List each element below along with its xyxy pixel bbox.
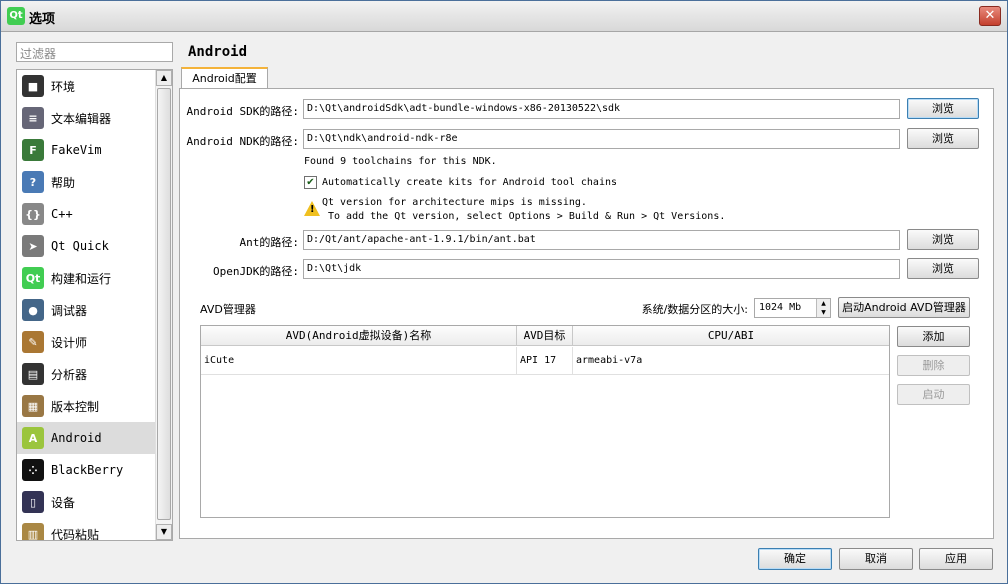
sidebar-item-blackberry[interactable]: ⁘ BlackBerry: [17, 454, 155, 486]
window-title: 选项: [29, 12, 56, 27]
sidebar-item-label: BlackBerry: [51, 463, 124, 477]
category-list: ■ 环境 ≡ 文本编辑器 F FakeVim? 帮助 {} C++ ➤ Qt Quick Qt 构建和运…: [16, 69, 173, 541]
ant-path-input[interactable]: D:/Qt/ant/apache-ant-1.9.1/bin/ant.bat: [303, 230, 900, 250]
sidebar-item-designer[interactable]: ✎ 设计师: [17, 326, 155, 358]
ndk-browse-button[interactable]: 浏览: [907, 128, 979, 149]
sidebar-item-label: 调试器: [51, 303, 88, 318]
partition-size-value: 1024 Mb: [759, 302, 802, 313]
page-title: Android: [188, 44, 248, 60]
category-items: ■ 环境 ≡ 文本编辑器 F FakeVim? 帮助 {} C++ ➤ Qt Quick Qt 构建和运…: [17, 70, 155, 541]
sidebar-item-label: 文本编辑器: [51, 111, 112, 126]
spin-up-icon[interactable]: ▲: [816, 299, 830, 308]
code-paste-icon: ▥: [22, 523, 44, 540]
scroll-down-icon[interactable]: ▼: [156, 524, 172, 540]
sidebar-item-qt-quick[interactable]: ➤ Qt Quick: [17, 230, 155, 262]
sidebar-item-label: C++: [51, 207, 73, 221]
toolchains-found-text: Found 9 toolchains for this NDK.: [304, 156, 497, 167]
spin-down-icon[interactable]: ▼: [816, 308, 830, 317]
apply-button[interactable]: 应用: [919, 548, 993, 570]
category-scrollbar[interactable]: ▲ ▼: [155, 70, 172, 540]
sidebar-item-label: 代码粘贴: [51, 527, 100, 541]
sidebar-item-debugger[interactable]: ● 调试器: [17, 294, 155, 326]
sidebar-item-version-control[interactable]: ▦ 版本控制: [17, 390, 155, 422]
table-row[interactable]: iCute API 17 armeabi-v7a: [201, 347, 889, 375]
blackberry-icon: ⁘: [22, 459, 44, 481]
jdk-path-label: OpenJDK的路径:: [213, 265, 299, 278]
start-avd-button[interactable]: 启动: [897, 384, 970, 405]
qt-quick-icon: ➤: [22, 235, 44, 257]
analyzer-icon: ▤: [22, 363, 44, 385]
jdk-path-input[interactable]: D:\Qt\jdk: [303, 259, 900, 279]
cancel-button[interactable]: 取消: [839, 548, 913, 570]
column-header-target[interactable]: AVD目标: [517, 326, 573, 345]
sidebar-item-label: 分析器: [51, 367, 88, 382]
tab-android-config[interactable]: Android配置: [181, 67, 268, 89]
sidebar-item-label: 版本控制: [51, 399, 100, 414]
sdk-path-input[interactable]: D:\Qt\androidSdk\adt-bundle-windows-x86-…: [303, 99, 900, 119]
sidebar-item-monitor[interactable]: ■ 环境: [17, 70, 155, 102]
warning-icon: !: [304, 201, 320, 216]
auto-kits-checkbox[interactable]: ✔: [304, 176, 317, 189]
sidebar-item-label: 帮助: [51, 175, 76, 190]
sidebar-item-label: 环境: [51, 79, 76, 94]
sidebar-item-build-run[interactable]: Qt 构建和运行: [17, 262, 155, 294]
auto-kits-label: Automatically create kits for Android to…: [322, 177, 618, 188]
help-icon: ?: [22, 171, 44, 193]
sidebar-item-label: Android: [51, 431, 102, 445]
column-header-abi[interactable]: CPU/ABI: [573, 326, 889, 345]
avd-abi-cell: armeabi-v7a: [576, 355, 643, 366]
build-run-icon: Qt: [22, 267, 44, 289]
sidebar-item-label: 设备: [51, 495, 76, 510]
sdk-browse-button[interactable]: 浏览: [907, 98, 979, 119]
qt-logo-icon: Qt: [7, 7, 25, 25]
jdk-browse-button[interactable]: 浏览: [907, 258, 979, 279]
partition-size-label: 系统/数据分区的大小:: [641, 303, 748, 316]
scroll-up-icon[interactable]: ▲: [156, 70, 172, 86]
filter-input[interactable]: 过滤器: [16, 42, 173, 62]
sidebar-item-text-editor[interactable]: ≡ 文本编辑器: [17, 102, 155, 134]
cpp-braces-icon: {}: [22, 203, 44, 225]
options-dialog: Qt 选项 ✕ 过滤器 ■ 环境 ≡ 文本编辑器 F FakeVim? 帮助 {} C++ ➤ Qt…: [0, 0, 1008, 584]
sidebar-item-device[interactable]: ▯ 设备: [17, 486, 155, 518]
sidebar-item-analyzer[interactable]: ▤ 分析器: [17, 358, 155, 390]
debugger-icon: ●: [22, 299, 44, 321]
sidebar-item-fakevim[interactable]: F FakeVim: [17, 134, 155, 166]
sidebar-item-label: Qt Quick: [51, 239, 109, 253]
sidebar-item-help[interactable]: ? 帮助: [17, 166, 155, 198]
designer-icon: ✎: [22, 331, 44, 353]
android-icon: A: [22, 427, 44, 449]
sidebar-item-label: 构建和运行: [51, 271, 112, 286]
sidebar-item-code-paste[interactable]: ▥ 代码粘贴: [17, 518, 155, 541]
warning-text-line1: Qt version for architecture mips is miss…: [322, 197, 587, 208]
device-icon: ▯: [22, 491, 44, 513]
ndk-path-label: Android NDK的路径:: [186, 135, 299, 148]
ant-browse-button[interactable]: 浏览: [907, 229, 979, 250]
fakevim-icon: F: [22, 139, 44, 161]
column-header-name[interactable]: AVD(Android虚拟设备)名称: [201, 326, 517, 345]
sidebar-item-label: FakeVim: [51, 143, 102, 157]
close-button[interactable]: ✕: [979, 6, 1001, 26]
ok-button[interactable]: 确定: [758, 548, 832, 570]
start-avd-manager-button[interactable]: 启动Android AVD管理器: [838, 297, 970, 318]
sdk-path-label: Android SDK的路径:: [186, 105, 299, 118]
ant-path-label: Ant的路径:: [239, 236, 300, 249]
scroll-thumb[interactable]: [157, 88, 171, 520]
avd-name-cell: iCute: [201, 347, 517, 375]
sidebar-item-android[interactable]: A Android: [17, 422, 155, 454]
add-avd-button[interactable]: 添加: [897, 326, 970, 347]
sidebar-item-cpp-braces[interactable]: {} C++: [17, 198, 155, 230]
avd-table-header: AVD(Android虚拟设备)名称 AVD目标 CPU/ABI: [201, 326, 889, 346]
delete-avd-button[interactable]: 删除: [897, 355, 970, 376]
avd-section-label: AVD管理器: [200, 303, 256, 316]
ndk-path-input[interactable]: D:\Qt\ndk\android-ndk-r8e: [303, 129, 900, 149]
avd-target-cell: API 17: [517, 347, 573, 375]
monitor-icon: ■: [22, 75, 44, 97]
version-control-icon: ▦: [22, 395, 44, 417]
partition-size-spinbox[interactable]: 1024 Mb ▲ ▼: [754, 298, 831, 318]
sidebar-item-label: 设计师: [51, 335, 88, 350]
text-editor-icon: ≡: [22, 107, 44, 129]
title-bar: Qt 选项 ✕: [1, 1, 1007, 32]
avd-table: AVD(Android虚拟设备)名称 AVD目标 CPU/ABI iCute A…: [200, 325, 890, 518]
warning-text-line2: To add the Qt version, select Options > …: [328, 211, 726, 222]
